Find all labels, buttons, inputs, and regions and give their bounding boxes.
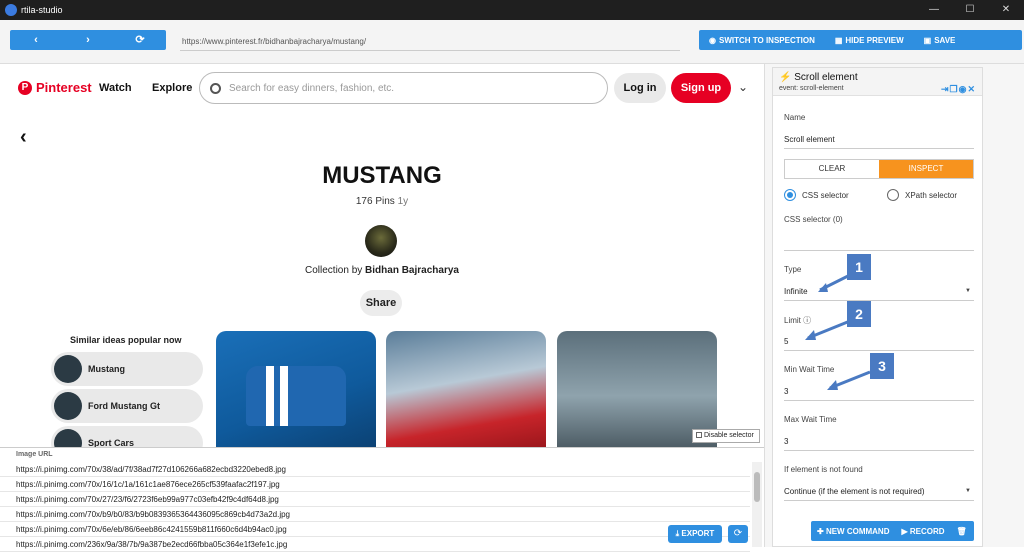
- annotation-badge-3: 3: [870, 353, 894, 379]
- annotation-badge-1: 1: [847, 254, 871, 280]
- arrow-head-icon: [805, 330, 816, 340]
- annotation-badge-2: 2: [847, 301, 871, 327]
- arrow-head-icon: [827, 380, 838, 390]
- arrow-head-icon: [818, 283, 828, 292]
